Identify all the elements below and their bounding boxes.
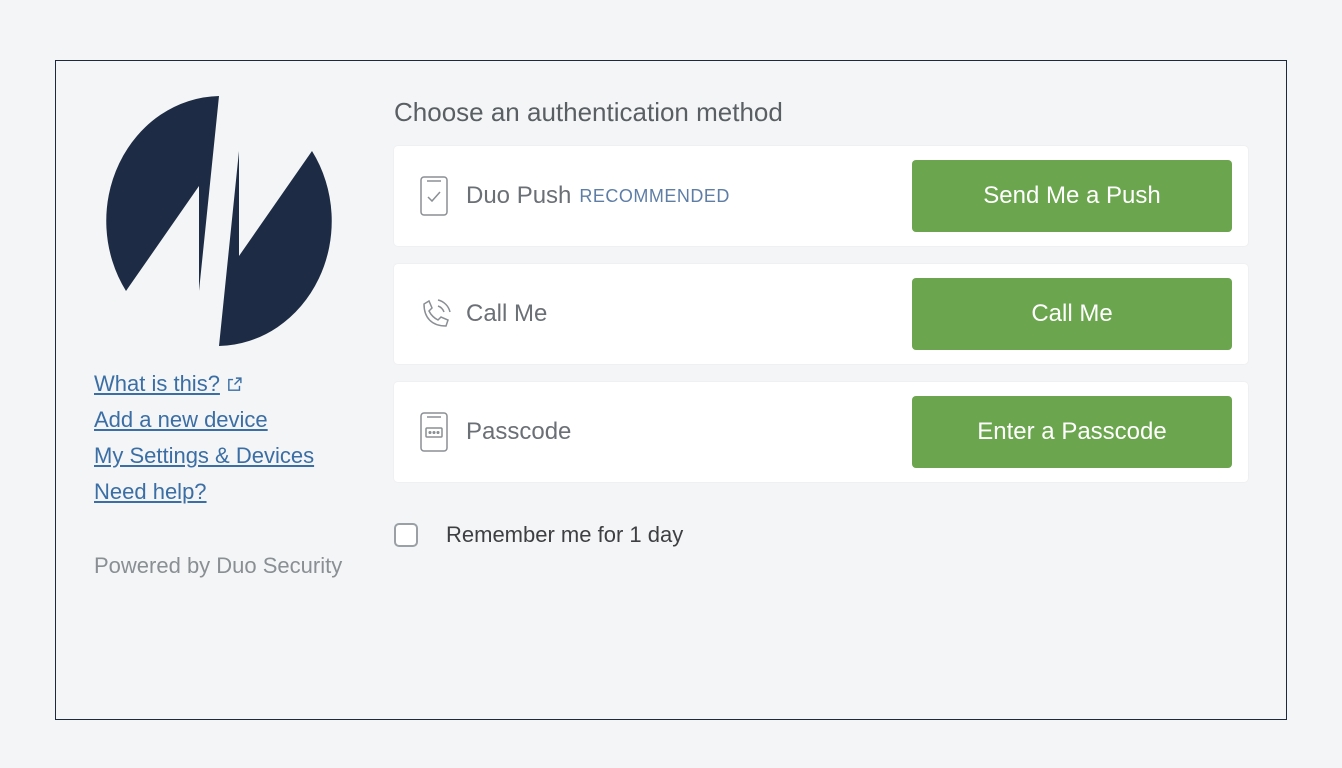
method-row-call: Call Me Call Me: [394, 264, 1248, 364]
call-me-button[interactable]: Call Me: [912, 278, 1232, 350]
sidebar: What is this? Add a new device My Settin…: [94, 91, 394, 689]
method-label: Duo Push: [466, 182, 571, 210]
link-settings[interactable]: My Settings & Devices: [94, 443, 314, 469]
method-label: Call Me: [466, 300, 547, 328]
remember-me-label: Remember me for 1 day: [446, 522, 683, 548]
method-row-push: Duo Push RECOMMENDED Send Me a Push: [394, 146, 1248, 246]
auth-heading: Choose an authentication method: [394, 97, 1248, 128]
auth-prompt-frame: What is this? Add a new device My Settin…: [55, 60, 1287, 720]
remember-me-checkbox[interactable]: [394, 523, 418, 547]
phone-passcode-icon: [410, 411, 458, 453]
external-link-icon: [226, 376, 243, 393]
link-what-is-this[interactable]: What is this?: [94, 371, 243, 397]
org-logo: [94, 91, 344, 351]
link-add-device[interactable]: Add a new device: [94, 407, 268, 433]
link-label: What is this?: [94, 371, 220, 397]
enter-passcode-button[interactable]: Enter a Passcode: [912, 396, 1232, 468]
method-row-passcode: Passcode Enter a Passcode: [394, 382, 1248, 482]
phone-check-icon: [410, 175, 458, 217]
method-label: Passcode: [466, 418, 571, 446]
phone-call-icon: [410, 294, 458, 334]
powered-by-text: Powered by Duo Security: [94, 553, 374, 579]
remember-row: Remember me for 1 day: [394, 522, 1248, 548]
recommended-badge: RECOMMENDED: [579, 186, 730, 207]
sidebar-links: What is this? Add a new device My Settin…: [94, 371, 374, 505]
send-push-button[interactable]: Send Me a Push: [912, 160, 1232, 232]
link-need-help[interactable]: Need help?: [94, 479, 207, 505]
main-panel: Choose an authentication method Duo Push…: [394, 91, 1248, 689]
